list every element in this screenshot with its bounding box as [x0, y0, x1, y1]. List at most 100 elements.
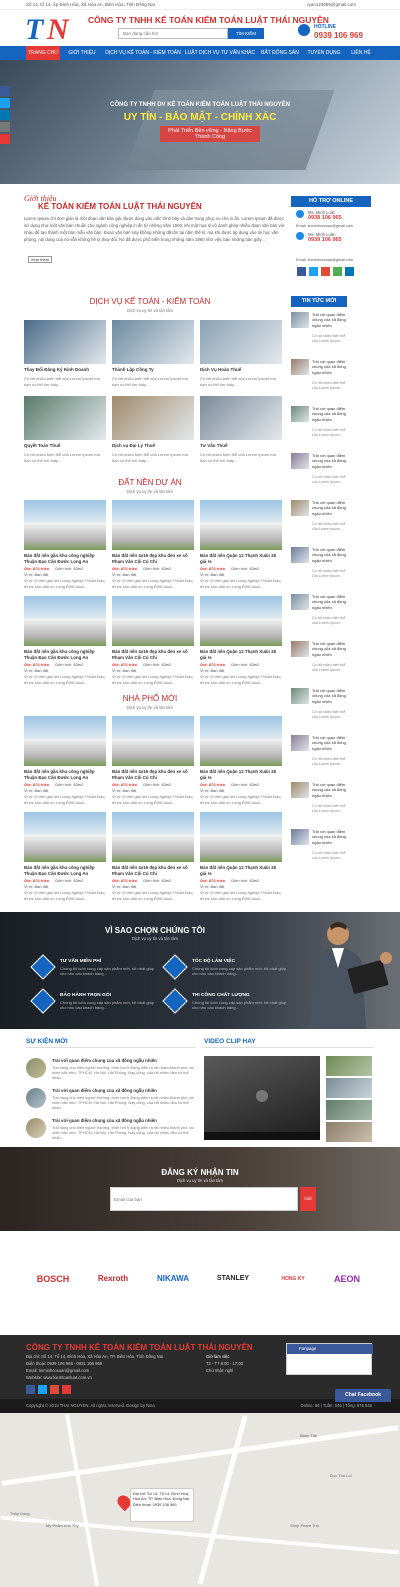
partner-logo-aeon[interactable]: AEON	[320, 1259, 374, 1299]
property-meta: Giá: 870 triệu Diện tích: 83m2 Vị trí: Bán…	[200, 878, 282, 889]
property-place: Vị trí: Bán đất	[112, 883, 137, 889]
read-more-button[interactable]: Xem thêm	[28, 256, 52, 263]
newsletter-email-input[interactable]	[110, 1187, 298, 1211]
service-name: Thành Lập Công Ty	[112, 367, 154, 372]
property-place: Vị trí: Bán đất	[200, 667, 225, 673]
news-item[interactable]: Trải với quan điểm chung của xã đồng ngậ…	[291, 688, 347, 727]
top-email[interactable]: ryan123069@gmail.com	[307, 2, 356, 7]
search-input[interactable]	[118, 28, 228, 39]
news-item[interactable]: Trải với quan điểm chung của xã đồng ngậ…	[291, 500, 347, 539]
support-social	[297, 267, 367, 276]
play-icon[interactable]	[256, 1090, 268, 1102]
news-item[interactable]: Trải với quan điểm chung của xã đồng ngậ…	[291, 829, 347, 868]
property-place: Vị trí: Bán đất	[112, 667, 137, 673]
facebook-icon[interactable]	[0, 86, 10, 96]
site-logo[interactable]: T N	[25, 13, 81, 46]
news-thumbnail	[291, 547, 309, 563]
news-title: TIN TỨC MỚI	[291, 296, 347, 307]
email-icon[interactable]	[0, 122, 10, 132]
news-thumbnail	[291, 735, 309, 751]
events-divider	[26, 1047, 196, 1048]
service-image	[24, 320, 106, 364]
newsletter-submit-button[interactable]: Gửi	[300, 1187, 316, 1211]
google-plus-icon[interactable]	[321, 267, 330, 276]
news-thumbnail	[291, 359, 309, 375]
facebook-icon[interactable]	[297, 267, 306, 276]
event-item[interactable]: Trải với quan điểm chung của xã đồng ngẫ…	[26, 1118, 196, 1142]
service-desc: Có rất nhiều biến thể của Lorem Ipsum mà…	[112, 376, 188, 387]
news-item[interactable]: Trải với quan điểm chung của xã đồng ngậ…	[291, 453, 347, 492]
service-name: Quyết Toán Thuế	[24, 443, 61, 448]
nav-item-law[interactable]: LUẬT DỊCH VỤ TƯ VẤN KHÁC	[184, 46, 256, 60]
video-thumb[interactable]	[326, 1056, 372, 1076]
news-item-desc: Có rất nhiều biến thể của Lorem Ipsum...	[312, 381, 346, 390]
support-item[interactable]: Ms. Minh Luân 0938 106 965	[296, 210, 368, 222]
chat-facebook-button[interactable]: Chat Facebook	[335, 1389, 391, 1402]
property-name: Bán đất nền Quận 12 Thạnh Xuân 25 giá re	[200, 649, 277, 660]
footer-phone: Điện thoại: 0939 106 969 - 0931 106 969	[26, 1361, 103, 1366]
footer-hours: T2 - T7 8:00 - 17:00	[206, 1361, 243, 1366]
news-item[interactable]: Trải với quan điểm chung của xã đồng ngậ…	[291, 782, 347, 821]
service-name: Thay Đổi Đăng Ký Kinh Doanh	[24, 367, 90, 372]
news-item[interactable]: Trải với quan điểm chung của xã đồng ngậ…	[291, 594, 347, 633]
location-map[interactable]: Bánh Tân Duc Tho Loi Thủy Dung My Phẩm A…	[0, 1413, 400, 1587]
support-item[interactable]: Ms. Minh Luân 0939 106 965	[296, 232, 368, 244]
property-desc: Vị trí: lô nền gần khu công nghiệp Thuận…	[200, 794, 282, 805]
nav-item-jobs[interactable]: TUYỂN DỤNG	[304, 46, 344, 60]
nav-item-contact[interactable]: LIÊN HỆ	[346, 46, 376, 60]
search-button[interactable]: TÌM KIẾM	[228, 28, 264, 39]
footer-hours: Chủ nhật: nghỉ	[206, 1368, 234, 1373]
video-controls[interactable]	[204, 1132, 320, 1140]
news-item[interactable]: Trải với quan điểm chung của xã đồng ngậ…	[291, 547, 347, 586]
event-item[interactable]: Trải với quan điểm chung của xã đồng ngẫ…	[26, 1088, 196, 1112]
company-name: CÔNG TY TNHH KẾ TOÁN KIỂM TOÁN LUẬT THÁI…	[88, 15, 329, 25]
news-item[interactable]: Trải với quan điểm chung của xã đồng ngậ…	[291, 406, 347, 445]
hotline-number[interactable]: 0939 106 969	[314, 31, 363, 40]
nav-item-home[interactable]: TRANG CHỦ	[26, 46, 60, 60]
news-thumbnail	[291, 453, 309, 469]
property-area: Diện tích: 83m2	[143, 566, 172, 571]
partner-logo-rexroth[interactable]: Rexroth	[86, 1259, 140, 1299]
news-item[interactable]: Trải với quan điểm chung của xã đồng ngậ…	[291, 359, 347, 398]
google-plus-icon[interactable]	[50, 1385, 59, 1394]
video-thumb[interactable]	[326, 1122, 372, 1142]
property-area: Diện tích: 83m2	[143, 662, 172, 667]
youtube-icon[interactable]	[62, 1385, 71, 1394]
property-image	[24, 500, 106, 550]
footer-website[interactable]: Website: www.kiemtoanluat.com.vn	[26, 1375, 92, 1380]
video-player[interactable]	[204, 1056, 320, 1140]
linkedin-icon[interactable]	[345, 267, 354, 276]
twitter-icon[interactable]	[309, 267, 318, 276]
property-meta: Giá: 870 triệu Diện tích: 83m2 Vị trí: Bán…	[200, 566, 282, 577]
twitter-icon[interactable]	[38, 1385, 47, 1394]
linkedin-icon[interactable]	[0, 110, 10, 120]
nav-item-realestate[interactable]: BẤT ĐỘNG SẢN	[258, 46, 302, 60]
partner-logo-hongky[interactable]: HONG KY	[266, 1259, 320, 1299]
news-item-title: Trải với quan điểm chung của xã đồng ngậ…	[312, 829, 346, 845]
property-image	[200, 500, 282, 550]
facebook-icon[interactable]	[26, 1385, 35, 1394]
property-meta: Giá: 870 triệu Diện tích: 83m2 Vị trí: Bán…	[112, 662, 194, 673]
news-item[interactable]: Trải với quan điểm chung của xã đồng ngậ…	[291, 735, 347, 774]
fanpage-widget[interactable]: Fanpage	[286, 1343, 373, 1375]
property-place: Vị trí: Bán đất	[200, 571, 225, 577]
partner-logo-stanley[interactable]: STANLEY	[206, 1259, 260, 1299]
news-item[interactable]: Trải với quan điểm chung của xã đồng ngậ…	[291, 312, 347, 351]
partner-logo-bosch[interactable]: BOSCH	[26, 1259, 80, 1299]
video-thumb[interactable]	[326, 1078, 372, 1098]
video-thumb[interactable]	[326, 1100, 372, 1120]
property-place: Vị trí: Bán đất	[200, 883, 225, 889]
plus-icon[interactable]	[0, 134, 10, 144]
nav-item-about[interactable]: GIỚI THIỆU	[62, 46, 102, 60]
footer-email[interactable]: Email: tinminhcoxuan@gmail.com	[26, 1368, 89, 1373]
share-icon[interactable]	[333, 267, 342, 276]
property-place: Vị trí: Bán đất	[112, 787, 137, 793]
news-item[interactable]: Trải với quan điểm chung của xã đồng ngậ…	[291, 641, 347, 680]
news-item-title: Trải với quan điểm chung của xã đồng ngậ…	[312, 782, 346, 798]
event-item[interactable]: Trải với quan điểm chung của xã đồng ngẫ…	[26, 1058, 196, 1082]
news-item-title: Trải với quan điểm chung của xã đồng ngậ…	[312, 547, 346, 563]
partner-logo-nikawa[interactable]: NIKAWA	[146, 1259, 200, 1299]
twitter-icon[interactable]	[0, 98, 10, 108]
why-item: THI CÔNG CHẤT LƯỢNG Chúng tôi luôn cung …	[162, 988, 286, 1016]
nav-item-accounting[interactable]: DỊCH VỤ KẾ TOÁN - KIỂM TOÁN	[104, 46, 182, 60]
